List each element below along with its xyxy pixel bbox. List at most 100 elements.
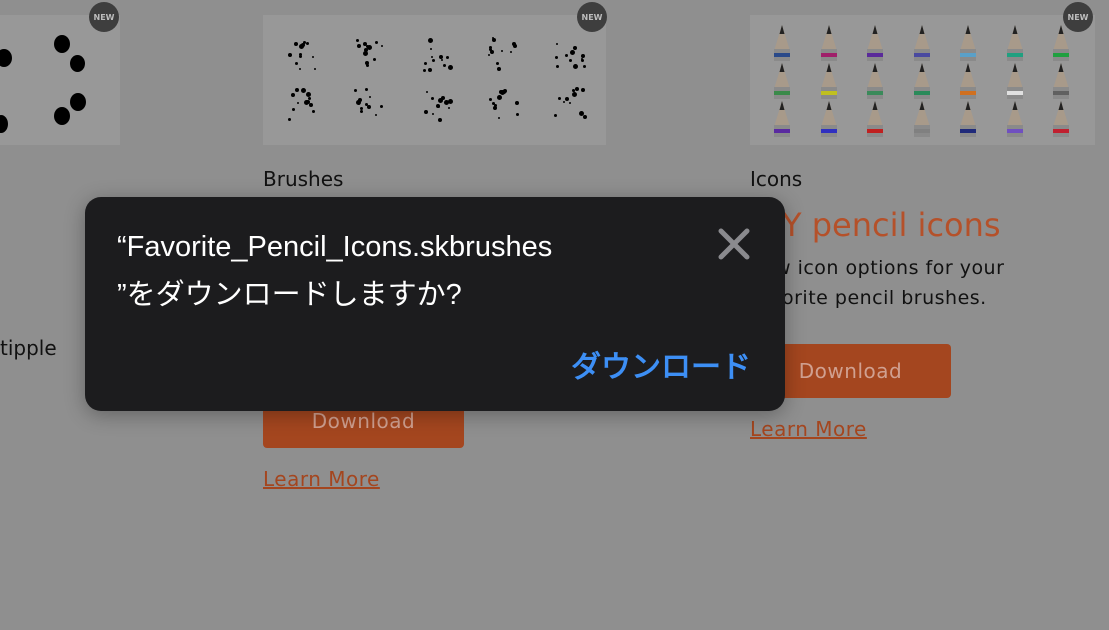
brush-dot [583,65,586,69]
pencil-icon [774,63,790,103]
icons-description-line1: w icon options for your [775,257,1005,279]
brush-dot [565,96,570,101]
brush-dot [501,89,506,94]
pencil-icon [913,101,930,141]
brush-dot [362,51,368,57]
dialog-title-line2: ”をダウンロードしますか? [117,279,462,311]
pencil-icon [1053,63,1069,103]
brush-dot [288,118,292,122]
card-partial-label: tipple [0,336,57,360]
brush-dot [509,51,512,54]
brush-dot [573,63,579,69]
brush-dot [297,101,300,104]
brush-dot [380,44,383,47]
brush-dot [563,100,566,103]
brush-dot [501,50,504,53]
brush-dot [487,54,490,57]
brush-dot [565,54,569,58]
brush-dot [491,37,494,40]
brush-dot [309,103,314,108]
pencil-icon [1006,101,1023,141]
brush-dot [573,45,578,50]
brush-dot [375,41,379,45]
brush-dot [447,106,450,109]
brush-dot [446,55,450,59]
brush-dot [303,99,309,105]
brush-dot [489,49,494,54]
pencil-icon [867,63,883,103]
brush-dot [374,114,377,117]
brushes-preview [263,15,606,145]
brush-dot [356,99,362,105]
brush-dot [571,91,577,97]
brush-dot [439,54,444,59]
pencil-icon [774,101,790,141]
brush-dot [554,113,558,117]
brush-dot [359,110,363,114]
brush-dot [444,100,450,106]
pencil-icon [960,63,976,103]
pencil-icon [913,63,930,103]
brush-dot [430,97,434,101]
brush-dot [299,44,305,50]
pencil-icon [1053,101,1069,141]
brush-dot [493,105,498,110]
pencil-icon [820,25,837,65]
brush-dot [430,55,433,58]
brush-dot [435,103,440,108]
icons-learn-more-link[interactable]: Learn More [750,417,867,441]
dot [70,93,86,111]
brush-dot [288,52,293,57]
brush-dot [428,67,432,72]
close-icon[interactable] [717,227,751,261]
brush-dot [369,95,372,98]
dialog-download-button[interactable]: ダウンロード [571,342,751,386]
brush-dot [422,68,426,72]
pencil-icon [1053,25,1069,65]
pencil-icon [1006,63,1023,103]
brush-dot [294,62,298,65]
brush-dot [312,110,316,114]
brush-dot [429,48,432,51]
brush-dot [431,113,434,116]
pencil-icons-preview [750,15,1095,145]
pencil-icon [820,101,837,141]
brush-dot [581,87,586,92]
pencil-icon [913,25,930,65]
dot [54,107,70,125]
brush-dot [423,109,428,114]
pencil-icon [774,25,790,65]
icons-description-line2: orite pencil brushes. [782,287,987,309]
download-confirm-dialog: “Favorite_Pencil_Icons.skbrushes ”をダウンロー… [85,197,785,411]
brush-dot [364,88,368,92]
brushes-learn-more-link[interactable]: Learn More [263,467,380,491]
brush-dot [447,64,453,70]
brush-dot [426,91,429,94]
brushes-label: Brushes [263,167,344,191]
brush-dot [314,68,317,71]
brush-dot [306,42,310,46]
brush-dot [516,113,520,117]
brush-dot [299,67,302,70]
stipple-brush-preview [0,15,120,145]
brush-dot [357,44,362,49]
brush-dot [557,97,561,101]
brush-dot [497,66,502,71]
pencil-icon [1006,25,1023,65]
brush-dot [512,41,517,46]
dot [54,35,70,53]
brush-dot [366,104,371,109]
brush-dot [581,58,585,62]
brush-dot [514,101,519,106]
brush-dot [294,42,299,47]
pencil-icon [867,101,883,141]
brush-dot [379,105,383,109]
brush-dot [554,56,558,60]
brush-dot [437,117,442,122]
new-badge: NEW [89,2,119,32]
brush-dot [355,38,359,42]
brush-dot [312,55,315,58]
pencil-icon [820,63,837,103]
brush-dot [295,87,300,92]
brush-dot [497,94,503,100]
